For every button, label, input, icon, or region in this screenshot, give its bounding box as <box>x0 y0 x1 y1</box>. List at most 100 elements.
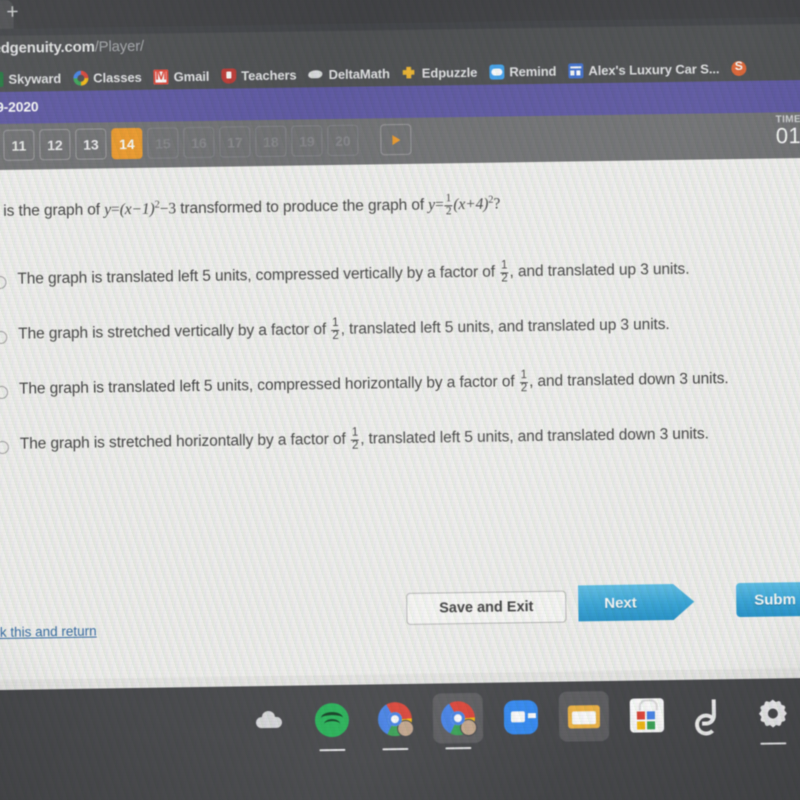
question-button-13[interactable]: 13 <box>75 128 107 160</box>
running-indicator <box>445 746 472 750</box>
bookmark-label: Edpuzzle <box>421 64 478 81</box>
fraction-numerator: 1 <box>350 426 360 441</box>
files-icon <box>567 699 602 734</box>
target-fraction: 12 <box>444 192 453 218</box>
opt-d-post: , translated left 5 units, and translate… <box>360 425 709 448</box>
settings-icon <box>756 696 791 731</box>
answer-option-d-text: The graph is stretched horizontally by a… <box>20 422 709 457</box>
question-button-18: 18 <box>255 125 287 158</box>
opt-a-pre: The graph is translated left 5 units, co… <box>17 263 496 288</box>
alex-luxury-car-icon <box>568 62 584 79</box>
course-title: -2019-2020 <box>0 98 39 116</box>
bookmark-label: Gmail <box>173 68 210 84</box>
submit-button[interactable]: Subm <box>735 581 800 618</box>
chromebook-shelf: 78 <box>0 677 800 800</box>
chrome-icon <box>377 701 415 738</box>
src-tail: −3 <box>159 200 177 218</box>
shelf-item-cloud[interactable] <box>244 696 295 747</box>
bookmark-label: DeltaMath <box>328 65 390 82</box>
answer-option-c-text: The graph is translated left 5 units, co… <box>19 367 729 402</box>
bookmark-edpuzzle[interactable]: Edpuzzle <box>396 61 484 84</box>
address-bar[interactable]: rn.edgenuity.com/Player/ <box>0 38 144 58</box>
time-remaining: TIME REM 01:22 <box>775 114 800 149</box>
next-question-button[interactable] <box>380 123 412 156</box>
fraction-numerator: 1 <box>331 316 340 331</box>
bookmark-alex-luxury-car[interactable]: Alex's Luxury Car S... <box>562 57 725 81</box>
bookmark-skyward[interactable]: Skyward <box>0 67 67 90</box>
question-button-11[interactable]: 11 <box>3 129 35 161</box>
shelf-item-chrome[interactable] <box>370 694 421 751</box>
profile-avatar <box>459 718 478 737</box>
fraction-denominator: 2 <box>351 439 359 452</box>
radio-button-c[interactable] <box>0 385 9 400</box>
question-target-expression: y= 1 2 (x+4)2? <box>428 192 501 217</box>
bookmark-teachers[interactable]: Teachers <box>215 63 303 86</box>
bookmark-gmail[interactable]: Gmail <box>147 65 215 88</box>
fraction-numerator: 1 <box>500 259 509 274</box>
shelf-item-zoom[interactable] <box>496 692 547 743</box>
question-button-19: 19 <box>291 125 323 157</box>
opt-a-post: , and translated up 3 units. <box>509 260 690 281</box>
chevron-right-icon <box>391 134 400 145</box>
bookmark-label: Skyward <box>8 70 62 87</box>
overflow-icon <box>731 60 747 76</box>
remind-icon <box>489 63 505 80</box>
tiktok-icon <box>693 697 728 732</box>
shelf-app-list: 78 <box>244 687 800 752</box>
deltamath-icon <box>308 67 323 82</box>
bookmark-label: Teachers <box>241 67 297 83</box>
radio-button-d[interactable] <box>0 440 9 455</box>
bookmark-deltamath[interactable]: DeltaMath <box>302 62 396 85</box>
question-mark: ? <box>493 195 501 213</box>
opt-a-fraction: 12 <box>500 259 509 285</box>
fraction-denominator: 2 <box>520 381 528 394</box>
answer-option-d[interactable]: The graph is stretched horizontally by a… <box>0 409 800 476</box>
fraction-denominator: 2 <box>501 272 508 285</box>
fraction-numerator: 1 <box>444 192 453 207</box>
running-indicator <box>319 748 346 752</box>
time-remaining-value: 01:22 <box>775 122 800 149</box>
question-button-15: 15 <box>147 127 179 159</box>
save-and-exit-button[interactable]: Save and Exit <box>406 590 567 625</box>
shelf-item-tiktok[interactable] <box>685 689 736 740</box>
quiz-content-area: How is the graph of y=(x−1)2−3 transform… <box>0 157 800 681</box>
mark-this-and-return-link[interactable]: Mark this and return <box>0 624 97 641</box>
opt-d-fraction: 12 <box>350 426 360 453</box>
question-button-14-active[interactable]: 14 <box>111 127 143 160</box>
running-indicator <box>760 741 787 745</box>
question-button-20: 20 <box>327 124 359 157</box>
shelf-item-spotify[interactable] <box>307 695 358 752</box>
fraction-denominator: 2 <box>445 204 452 218</box>
new-tab-button[interactable]: + <box>0 0 26 26</box>
chrome-active-icon <box>440 700 478 737</box>
shelf-item-play-store[interactable] <box>622 690 673 741</box>
question-middle: transformed to produce the graph of <box>180 196 425 218</box>
teachers-icon <box>221 67 237 84</box>
shelf-item-chrome-active[interactable] <box>432 692 484 750</box>
edpuzzle-icon <box>402 65 417 80</box>
fraction-denominator: 2 <box>332 329 339 342</box>
opt-d-pre: The graph is stretched horizontally by a… <box>19 430 346 453</box>
radio-button-b[interactable] <box>0 330 8 345</box>
question-prompt: How is the graph of y=(x−1)2−3 transform… <box>0 192 501 225</box>
next-button[interactable]: Next <box>578 584 695 622</box>
question-button-12[interactable]: 12 <box>39 128 71 161</box>
shelf-item-settings[interactable] <box>748 688 799 745</box>
answer-option-b-text: The graph is stretched vertically by a f… <box>18 313 670 347</box>
radio-button-a[interactable] <box>0 275 7 290</box>
shelf-item-files[interactable] <box>558 690 610 742</box>
photo-of-screen: + rn.edgenuity.com/Player/ Skyward Class… <box>0 0 800 800</box>
question-source-expression: y=(x−1)2−3 <box>104 199 177 219</box>
question-button-17: 17 <box>219 126 251 158</box>
bookmarks-overflow[interactable] <box>725 57 752 79</box>
src-body: (x−1) <box>119 200 155 219</box>
zoom-icon <box>503 700 539 735</box>
play-store-icon <box>629 698 665 733</box>
bookmark-classes[interactable]: Classes <box>67 66 148 89</box>
question-number-list: 11 12 13 14 15 16 17 18 19 20 <box>0 123 412 162</box>
opt-b-fraction: 12 <box>331 316 340 343</box>
bookmark-remind[interactable]: Remind <box>483 60 562 83</box>
bookmark-label: Alex's Luxury Car S... <box>588 60 720 78</box>
skyward-icon <box>0 71 4 87</box>
